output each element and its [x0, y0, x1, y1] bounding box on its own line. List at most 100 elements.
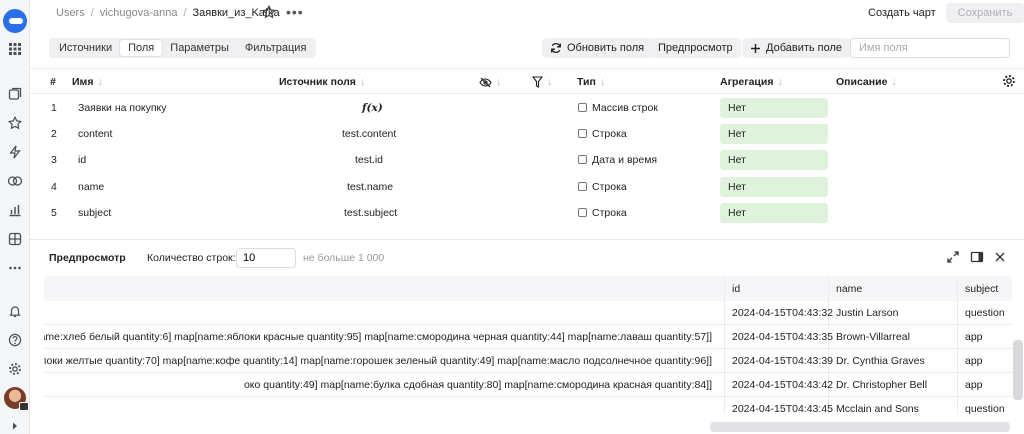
preview-cell-name: Brown-Villarreal	[836, 331, 910, 343]
expand-sidebar-icon[interactable]	[6, 417, 24, 434]
field-aggregation[interactable]: Нет	[720, 150, 828, 170]
tab-parameters[interactable]: Параметры	[162, 40, 237, 56]
preview-cell-id: 2024-04-15T04:43:32	[732, 307, 833, 319]
plus-icon	[751, 43, 760, 53]
field-search-input[interactable]	[850, 38, 1010, 58]
apps-grid-icon[interactable]	[6, 40, 24, 58]
col-header-source[interactable]: Источник поля ↓	[279, 76, 365, 88]
sort-arrow-icon: ↓	[359, 76, 366, 88]
row-count-label: Количество строк:	[147, 252, 236, 264]
col-header-filter[interactable]: ↓	[532, 76, 553, 88]
connections-icon[interactable]	[6, 172, 24, 190]
preview-cell-name: Dr. Christopher Bell	[836, 379, 928, 391]
close-icon[interactable]	[993, 250, 1007, 264]
breadcrumb-separator: /	[183, 7, 187, 19]
toolbar: Источники Поля Параметры Фильтрация Обно…	[30, 36, 1024, 60]
field-name[interactable]: content	[78, 128, 112, 140]
tab-filtering[interactable]: Фильтрация	[237, 40, 314, 56]
tab-sources[interactable]: Источники	[51, 40, 120, 56]
string-type-icon	[578, 129, 587, 138]
preview-row: ty:35] map[name:хлеб белый quantity:6] m…	[44, 325, 1012, 349]
preview-cell-subject: question	[965, 403, 1005, 415]
charts-icon[interactable]	[6, 201, 24, 219]
preview-table-header: id name subject	[44, 276, 1012, 301]
field-source[interactable]: test.subject	[344, 207, 397, 219]
preview-col-name: name	[836, 283, 863, 295]
preview-row: [name:яблоки желтые quantity:70] map[nam…	[44, 349, 1012, 373]
field-row[interactable]: 3 id test.id Дата и время Нет	[30, 147, 1024, 173]
breadcrumb-users[interactable]: Users	[56, 7, 85, 19]
col-header-hidden[interactable]: ↓	[479, 76, 502, 88]
preview-row: око quantity:49] map[name:булка сдобная …	[44, 373, 1012, 397]
top-bar: Users / vichugova-anna / Заявки_из_Kafka…	[30, 0, 1024, 28]
more-actions-icon[interactable]: •••	[286, 4, 304, 20]
field-aggregation[interactable]: Нет	[720, 98, 828, 118]
collections-icon[interactable]	[6, 85, 24, 103]
col-header-type[interactable]: Тип ↓	[577, 76, 605, 88]
refresh-fields-label: Обновить поля	[567, 42, 645, 54]
sort-arrow-icon: ↓	[777, 76, 783, 88]
help-icon[interactable]	[6, 331, 24, 349]
field-row[interactable]: 1 Заявки на покупку f(x) Массив строк Не…	[30, 95, 1024, 121]
field-name[interactable]: id	[78, 154, 86, 166]
field-name[interactable]: Заявки на покупку	[78, 102, 167, 114]
field-type[interactable]: Массив строк	[578, 102, 658, 114]
preview-cell-content: ty:35] map[name:хлеб белый quantity:6] m…	[44, 331, 712, 343]
preview-button[interactable]: Предпросмотр	[650, 38, 741, 58]
breadcrumb-separator: /	[90, 7, 94, 19]
refresh-fields-button[interactable]: Обновить поля	[542, 38, 653, 58]
row-count-input[interactable]	[236, 248, 296, 268]
add-field-label: Добавить поле	[766, 42, 843, 54]
field-source[interactable]: test.content	[342, 128, 396, 140]
field-type[interactable]: Строка	[578, 128, 627, 140]
more-icon[interactable]	[6, 259, 24, 277]
logo-icon[interactable]	[3, 9, 27, 33]
split-view-icon[interactable]	[970, 250, 984, 264]
sort-arrow-icon: ↓	[496, 76, 502, 88]
preview-panel: Предпросмотр Количество строк: не больше…	[30, 239, 1024, 434]
horizontal-scrollbar[interactable]	[710, 422, 1010, 432]
favorite-star-icon[interactable]	[262, 5, 276, 19]
preview-cell-name: Mcclain and Sons	[836, 403, 919, 415]
datetime-type-icon	[578, 155, 587, 164]
breadcrumb-user-folder[interactable]: vichugova-anna	[100, 7, 178, 19]
table-settings-gear-icon[interactable]	[1002, 74, 1016, 88]
field-name[interactable]: name	[78, 181, 104, 193]
field-name[interactable]: subject	[78, 207, 111, 219]
field-row[interactable]: 2 content test.content Строка Нет	[30, 121, 1024, 147]
field-type[interactable]: Дата и время	[578, 154, 657, 166]
create-chart-button[interactable]: Создать чарт	[868, 7, 936, 19]
add-field-button[interactable]: Добавить поле	[742, 38, 851, 58]
field-type[interactable]: Строка	[578, 207, 627, 219]
fullscreen-icon[interactable]	[946, 250, 960, 264]
field-row[interactable]: 5 subject test.subject Строка Нет	[30, 200, 1024, 226]
sort-arrow-icon: ↓	[891, 76, 897, 88]
formula-fx-icon[interactable]: f(x)	[362, 102, 383, 114]
preview-cell-content: [name:яблоки желтые quantity:70] map[nam…	[44, 355, 712, 367]
preview-col-subject: subject	[965, 283, 999, 295]
star-icon[interactable]	[6, 114, 24, 132]
field-row[interactable]: 4 name test.name Строка Нет	[30, 174, 1024, 200]
preview-cell-content: око quantity:49] map[name:булка сдобная …	[243, 379, 712, 391]
field-source[interactable]: test.name	[347, 181, 393, 193]
col-header-description[interactable]: Описание ↓	[836, 76, 897, 88]
field-aggregation[interactable]: Нет	[720, 177, 828, 197]
notifications-icon[interactable]	[6, 302, 24, 320]
col-header-aggregation[interactable]: Агрегация ↓	[720, 76, 783, 88]
field-aggregation[interactable]: Нет	[720, 203, 828, 223]
tab-fields[interactable]: Поля	[120, 40, 163, 56]
save-button[interactable]: Сохранить	[946, 3, 1024, 23]
vertical-scrollbar[interactable]	[1013, 340, 1023, 400]
field-aggregation[interactable]: Нет	[720, 124, 828, 144]
lightning-icon[interactable]	[6, 143, 24, 161]
filter-icon	[532, 76, 543, 88]
field-type[interactable]: Строка	[578, 181, 627, 193]
preview-cell-id: 2024-04-15T04:43:35	[732, 331, 833, 343]
dashboards-icon[interactable]	[6, 230, 24, 248]
preview-label: Предпросмотр	[658, 42, 733, 54]
settings-icon[interactable]	[6, 360, 24, 378]
field-source[interactable]: test.id	[355, 154, 383, 166]
col-header-name[interactable]: Имя ↓	[72, 76, 103, 88]
preview-cell-id: 2024-04-15T04:43:42	[732, 379, 833, 391]
sort-arrow-icon: ↓	[97, 76, 103, 88]
